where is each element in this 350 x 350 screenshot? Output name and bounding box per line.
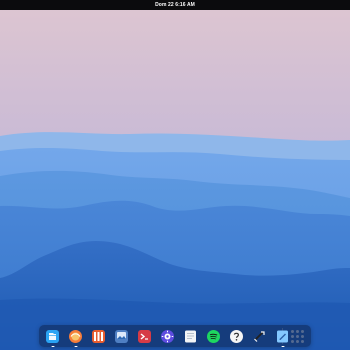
dock-item-terminal[interactable] (137, 329, 152, 344)
files-running-indicator (51, 346, 54, 347)
browser-running-indicator (74, 346, 77, 347)
settings-icon (161, 330, 174, 343)
dock-item-notes[interactable] (183, 329, 198, 344)
desktop-screen: Dom 22 6:16 AM (0, 0, 350, 350)
browser-icon (69, 330, 82, 343)
spotify-icon (207, 330, 220, 343)
dock-item-photos[interactable] (114, 329, 129, 344)
date-time[interactable]: Dom 22 6:16 AM (155, 0, 195, 10)
top-panel: Dom 22 6:16 AM (0, 0, 350, 10)
editor-icon (277, 330, 288, 343)
dock-item-settings[interactable] (160, 329, 175, 344)
dock-item-help[interactable] (229, 329, 244, 344)
photos-icon (115, 330, 128, 343)
dock-item-spotify[interactable] (206, 329, 221, 344)
help-icon (230, 330, 243, 343)
dock-item-editor[interactable] (275, 329, 290, 347)
wallpaper (0, 0, 350, 350)
dock-item-files[interactable] (45, 329, 60, 347)
tool-icon (254, 331, 265, 342)
dock-item-app-center[interactable] (91, 329, 106, 344)
dock (39, 325, 311, 347)
editor-running-indicator (281, 346, 284, 347)
files-icon (46, 330, 59, 343)
dock-item-browser[interactable] (68, 329, 83, 347)
dock-item-tool[interactable] (252, 329, 267, 344)
app-center-icon (92, 330, 105, 343)
terminal-icon (138, 330, 151, 343)
notes-icon (185, 330, 196, 343)
